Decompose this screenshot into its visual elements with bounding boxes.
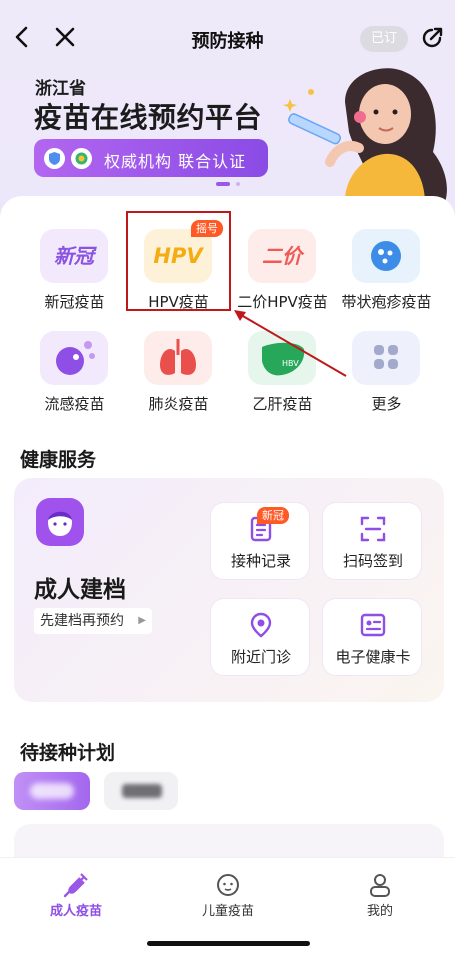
covid-tag: 新冠 xyxy=(257,507,289,524)
adult-profile-title[interactable]: 成人建档 xyxy=(34,570,126,604)
blurred-name xyxy=(30,783,74,799)
annotation-arrow xyxy=(234,310,347,377)
adult-profile-button[interactable]: 先建档再预约 ▶ xyxy=(34,608,152,634)
subscribed-button[interactable]: 已订 xyxy=(360,26,408,52)
adult-avatar-icon[interactable] xyxy=(36,498,84,546)
carousel-dot-active xyxy=(216,182,230,186)
badge-text: 权威机构 联合认证 xyxy=(104,152,247,171)
syringe-icon xyxy=(63,873,88,898)
vaccine-label: 乙肝疫苗 xyxy=(252,395,313,413)
tab-label: 成人疫苗 xyxy=(49,904,102,919)
tab-child-vaccines[interactable]: 儿童疫苗 xyxy=(152,858,304,928)
vaccine-tile-covid[interactable]: 新冠 新冠疫苗 xyxy=(22,229,127,329)
health-card-icon xyxy=(360,613,386,637)
location-icon xyxy=(250,612,272,638)
service-label: 电子健康卡 xyxy=(335,648,411,666)
carousel-indicator xyxy=(216,182,246,188)
vaccine-label: 新冠疫苗 xyxy=(44,293,105,311)
play-arrow-icon: ▶ xyxy=(138,615,146,626)
vaccine-label: 更多 xyxy=(371,395,402,413)
shingles-icon xyxy=(352,229,420,283)
flu-icon xyxy=(40,331,108,385)
tab-label: 我的 xyxy=(366,904,393,919)
certification-badge: 权威机构 联合认证 xyxy=(34,139,268,177)
vaccine-tile-flu[interactable]: 流感疫苗 xyxy=(22,331,127,431)
adult-profile-sub: 先建档再预约 xyxy=(40,613,124,629)
emblem-icon xyxy=(71,148,92,169)
plan-person-tab[interactable] xyxy=(104,772,178,810)
vaccine-label: 流感疫苗 xyxy=(44,395,105,413)
grid-more-icon xyxy=(352,331,420,385)
carousel-dot xyxy=(236,182,240,186)
share-icon[interactable] xyxy=(419,25,445,51)
service-health-card[interactable]: 电子健康卡 xyxy=(322,598,422,676)
service-label: 接种记录 xyxy=(230,552,291,570)
service-label: 附近门诊 xyxy=(230,648,291,666)
shield-icon xyxy=(44,148,65,169)
vaccine-label: 肺炎疫苗 xyxy=(148,395,209,413)
tab-adult-vaccines[interactable]: 成人疫苗 xyxy=(0,858,152,928)
child-face-icon xyxy=(217,874,239,896)
woman-illustration xyxy=(283,68,447,202)
covid-icon: 新冠 xyxy=(40,229,108,283)
covid-icon-text: 新冠 xyxy=(54,244,94,268)
tab-label: 儿童疫苗 xyxy=(201,904,254,919)
person-icon xyxy=(370,874,390,897)
scan-icon xyxy=(360,516,386,542)
plan-section-title: 待接种计划 xyxy=(20,742,116,764)
bivalent-icon-text: 二价 xyxy=(262,244,302,268)
tab-mine[interactable]: 我的 xyxy=(304,858,455,928)
highlight-box xyxy=(126,211,231,311)
banner-headline: 疫苗在线预约平台 xyxy=(34,101,263,134)
bivalent-hpv-icon: 二价 xyxy=(248,229,316,283)
plan-person-tab-active[interactable] xyxy=(14,772,90,810)
vaccine-tile-pneumonia[interactable]: 肺炎疫苗 xyxy=(126,331,231,431)
blurred-name xyxy=(122,784,162,798)
health-section-title: 健康服务 xyxy=(20,449,97,471)
service-scan-checkin[interactable]: 扫码签到 xyxy=(322,502,422,580)
home-indicator xyxy=(147,941,310,946)
lungs-icon xyxy=(144,331,212,385)
service-nearby-clinic[interactable]: 附近门诊 xyxy=(210,598,310,676)
service-label: 扫码签到 xyxy=(342,552,403,570)
